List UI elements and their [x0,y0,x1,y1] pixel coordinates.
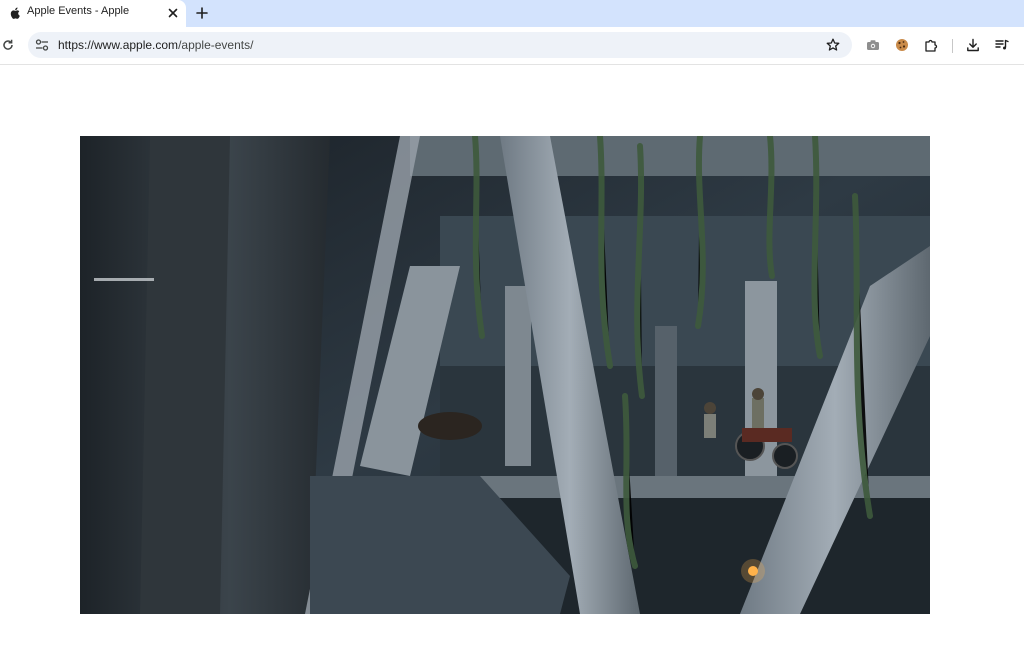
tune-icon[interactable] [34,37,50,53]
star-icon[interactable] [825,37,841,53]
plus-icon[interactable] [193,4,211,22]
address-bar[interactable]: https://www.apple.com/apple-events/ [28,32,852,58]
download-icon[interactable] [964,36,982,54]
page-content [0,65,1024,648]
camera-icon[interactable] [864,36,882,54]
cookie-icon[interactable] [893,36,911,54]
url-text[interactable]: https://www.apple.com/apple-events/ [58,38,253,52]
reload-icon[interactable] [0,36,16,54]
queue-music-icon[interactable] [993,36,1011,54]
tab-apple-events[interactable]: Apple Events - Apple [0,0,186,27]
event-video[interactable] [80,136,930,614]
video-frame [80,136,930,614]
browser-toolbar: https://www.apple.com/apple-events/ [0,27,1024,65]
close-icon[interactable] [165,5,181,21]
puzzle-icon[interactable] [922,36,940,54]
url-path: /apple-events/ [178,38,254,52]
apple-logo-icon [9,7,21,19]
toolbar-divider [952,39,953,53]
tab-strip: Apple Events - Apple [0,0,1024,27]
tab-title: Apple Events - Apple [27,5,130,17]
url-host: https://www.apple.com [58,38,179,52]
